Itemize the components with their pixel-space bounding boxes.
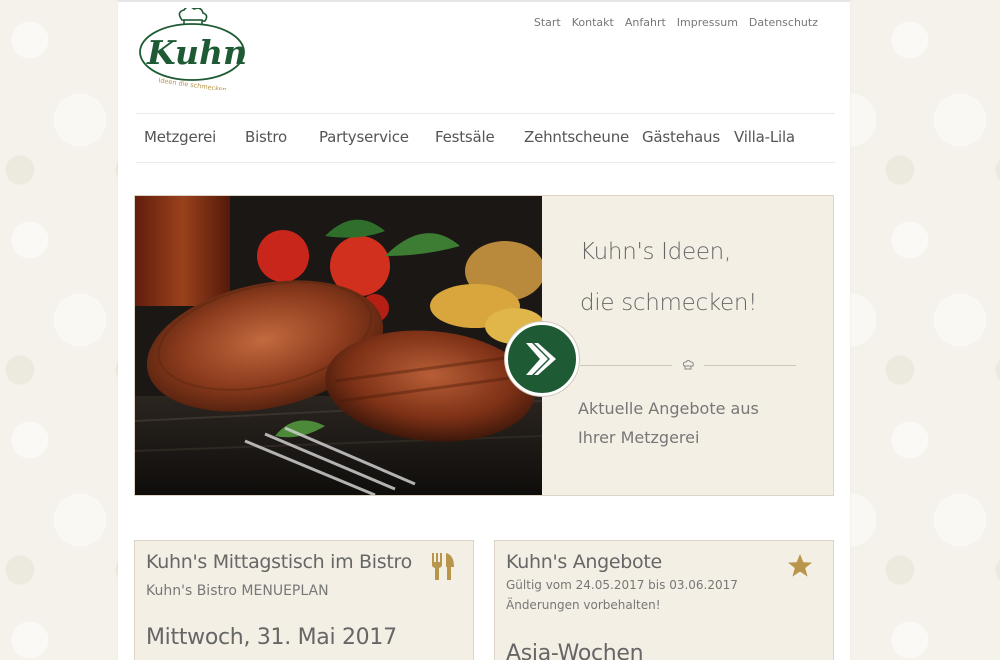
angebote-card-title: Kuhn's Angebote [506,551,662,573]
bistro-card-date: Mittwoch, 31. Mai 2017 [146,625,397,650]
page-container: Kuhn's Ideen die schmecken Start Kontakt… [118,0,850,660]
grilled-steak-photo [135,196,542,495]
hero-next-button[interactable] [505,322,579,396]
nav-festsaele[interactable]: Festsäle [435,128,495,146]
hero-headline-2: die schmecken! [580,290,758,316]
angebote-heading: Asia-Wochen [506,641,644,660]
topnav-anfahrt[interactable]: Anfahrt [625,16,666,29]
main-navigation: Metzgerei Bistro Partyservice Festsäle Z… [136,113,835,163]
topnav-kontakt[interactable]: Kontakt [572,16,614,29]
hero-headline-1: Kuhn's Ideen, [580,239,731,265]
angebote-note: Änderungen vorbehalten! [506,598,661,612]
hero-banner: Kuhn's Ideen, die schmecken! Aktuelle An… [134,195,834,496]
nav-gaestehaus[interactable]: Gästehaus [642,128,720,146]
hero-subline-2: Ihrer Metzgerei [578,428,700,447]
bistro-lunch-card[interactable]: Kuhn's Mittagstisch im Bistro Kuhn's Bis… [134,540,474,660]
fork-knife-icon [431,553,455,585]
topnav-start[interactable]: Start [534,16,561,29]
nav-partyservice[interactable]: Partyservice [319,128,409,146]
topnav-impressum[interactable]: Impressum [677,16,738,29]
bistro-card-title: Kuhn's Mittagstisch im Bistro [146,551,412,573]
angebote-validity: Gültig vom 24.05.2017 bis 03.06.2017 [506,578,738,592]
hero-divider [580,360,798,372]
bistro-card-subtitle[interactable]: Kuhn's Bistro MENUEPLAN [146,583,329,599]
top-navigation: Start Kontakt Anfahrt Impressum Datensch… [534,16,818,29]
nav-metzgerei[interactable]: Metzgerei [144,128,216,146]
nav-zehntscheune[interactable]: Zehntscheune [524,128,629,146]
nav-villa-lila[interactable]: Villa-Lila [734,128,795,146]
hero-text-panel: Kuhn's Ideen, die schmecken! Aktuelle An… [542,196,833,495]
topnav-datenschutz[interactable]: Datenschutz [749,16,818,29]
chef-hat-icon [682,360,694,370]
angebote-card[interactable]: Kuhn's Angebote Gültig vom 24.05.2017 bi… [494,540,834,660]
kuhns-logo[interactable]: Kuhn's Ideen die schmecken [138,5,276,94]
arrow-right-icon [526,343,556,375]
logo-wordmark: Kuhn's [146,33,248,72]
nav-bistro[interactable]: Bistro [245,128,287,146]
hero-subline-1: Aktuelle Angebote aus [578,399,759,418]
star-icon [787,553,813,583]
